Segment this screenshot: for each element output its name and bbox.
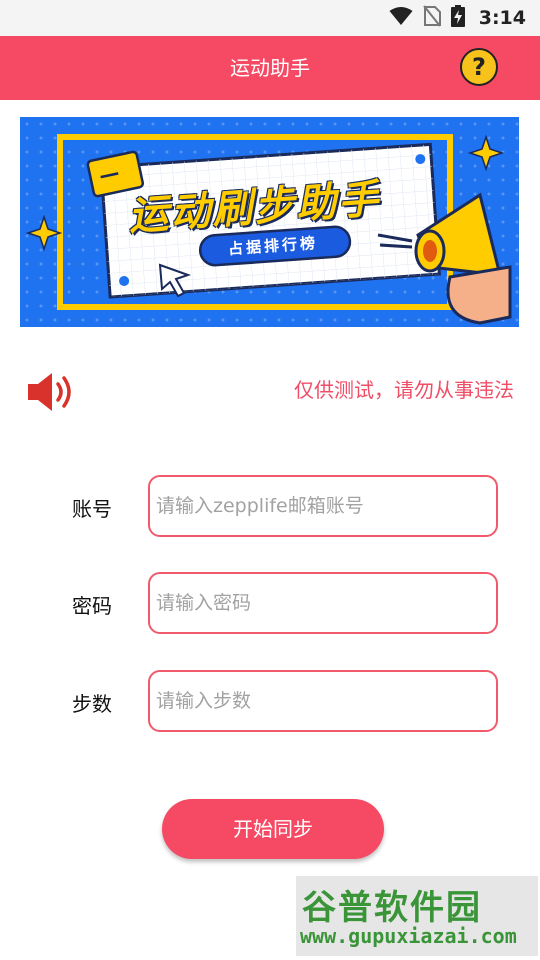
steps-input[interactable] bbox=[148, 670, 498, 732]
status-icons: 3:14 bbox=[389, 0, 526, 36]
password-label: 密码 bbox=[72, 594, 112, 618]
app-bar: 运动助手 ? bbox=[0, 36, 540, 100]
status-time: 3:14 bbox=[478, 7, 526, 29]
speaker-icon[interactable] bbox=[26, 370, 80, 414]
steps-row: 步数 bbox=[0, 670, 540, 734]
watermark: 谷普软件园 www.gupuxiazai.com bbox=[296, 876, 538, 956]
account-input[interactable] bbox=[148, 475, 498, 537]
promo-banner: 运动刷步助手 占据排行榜 bbox=[20, 117, 519, 327]
no-sim-icon bbox=[422, 5, 441, 31]
watermark-url: www.gupuxiazai.com bbox=[300, 924, 517, 948]
password-row: 密码 bbox=[0, 572, 540, 636]
account-row: 账号 bbox=[0, 475, 540, 539]
account-label: 账号 bbox=[72, 497, 112, 521]
watermark-title: 谷普软件园 bbox=[302, 888, 482, 928]
status-bar: 3:14 bbox=[0, 0, 540, 36]
notice-text: 仅供测试，请勿从事违法 bbox=[294, 378, 514, 402]
help-question-icon[interactable]: ? bbox=[460, 48, 498, 86]
password-input[interactable] bbox=[148, 572, 498, 634]
start-sync-button[interactable]: 开始同步 bbox=[162, 799, 384, 859]
battery-charging-icon bbox=[450, 5, 465, 31]
steps-label: 步数 bbox=[72, 692, 112, 716]
wifi-icon bbox=[389, 6, 413, 30]
app-title: 运动助手 bbox=[230, 56, 310, 80]
